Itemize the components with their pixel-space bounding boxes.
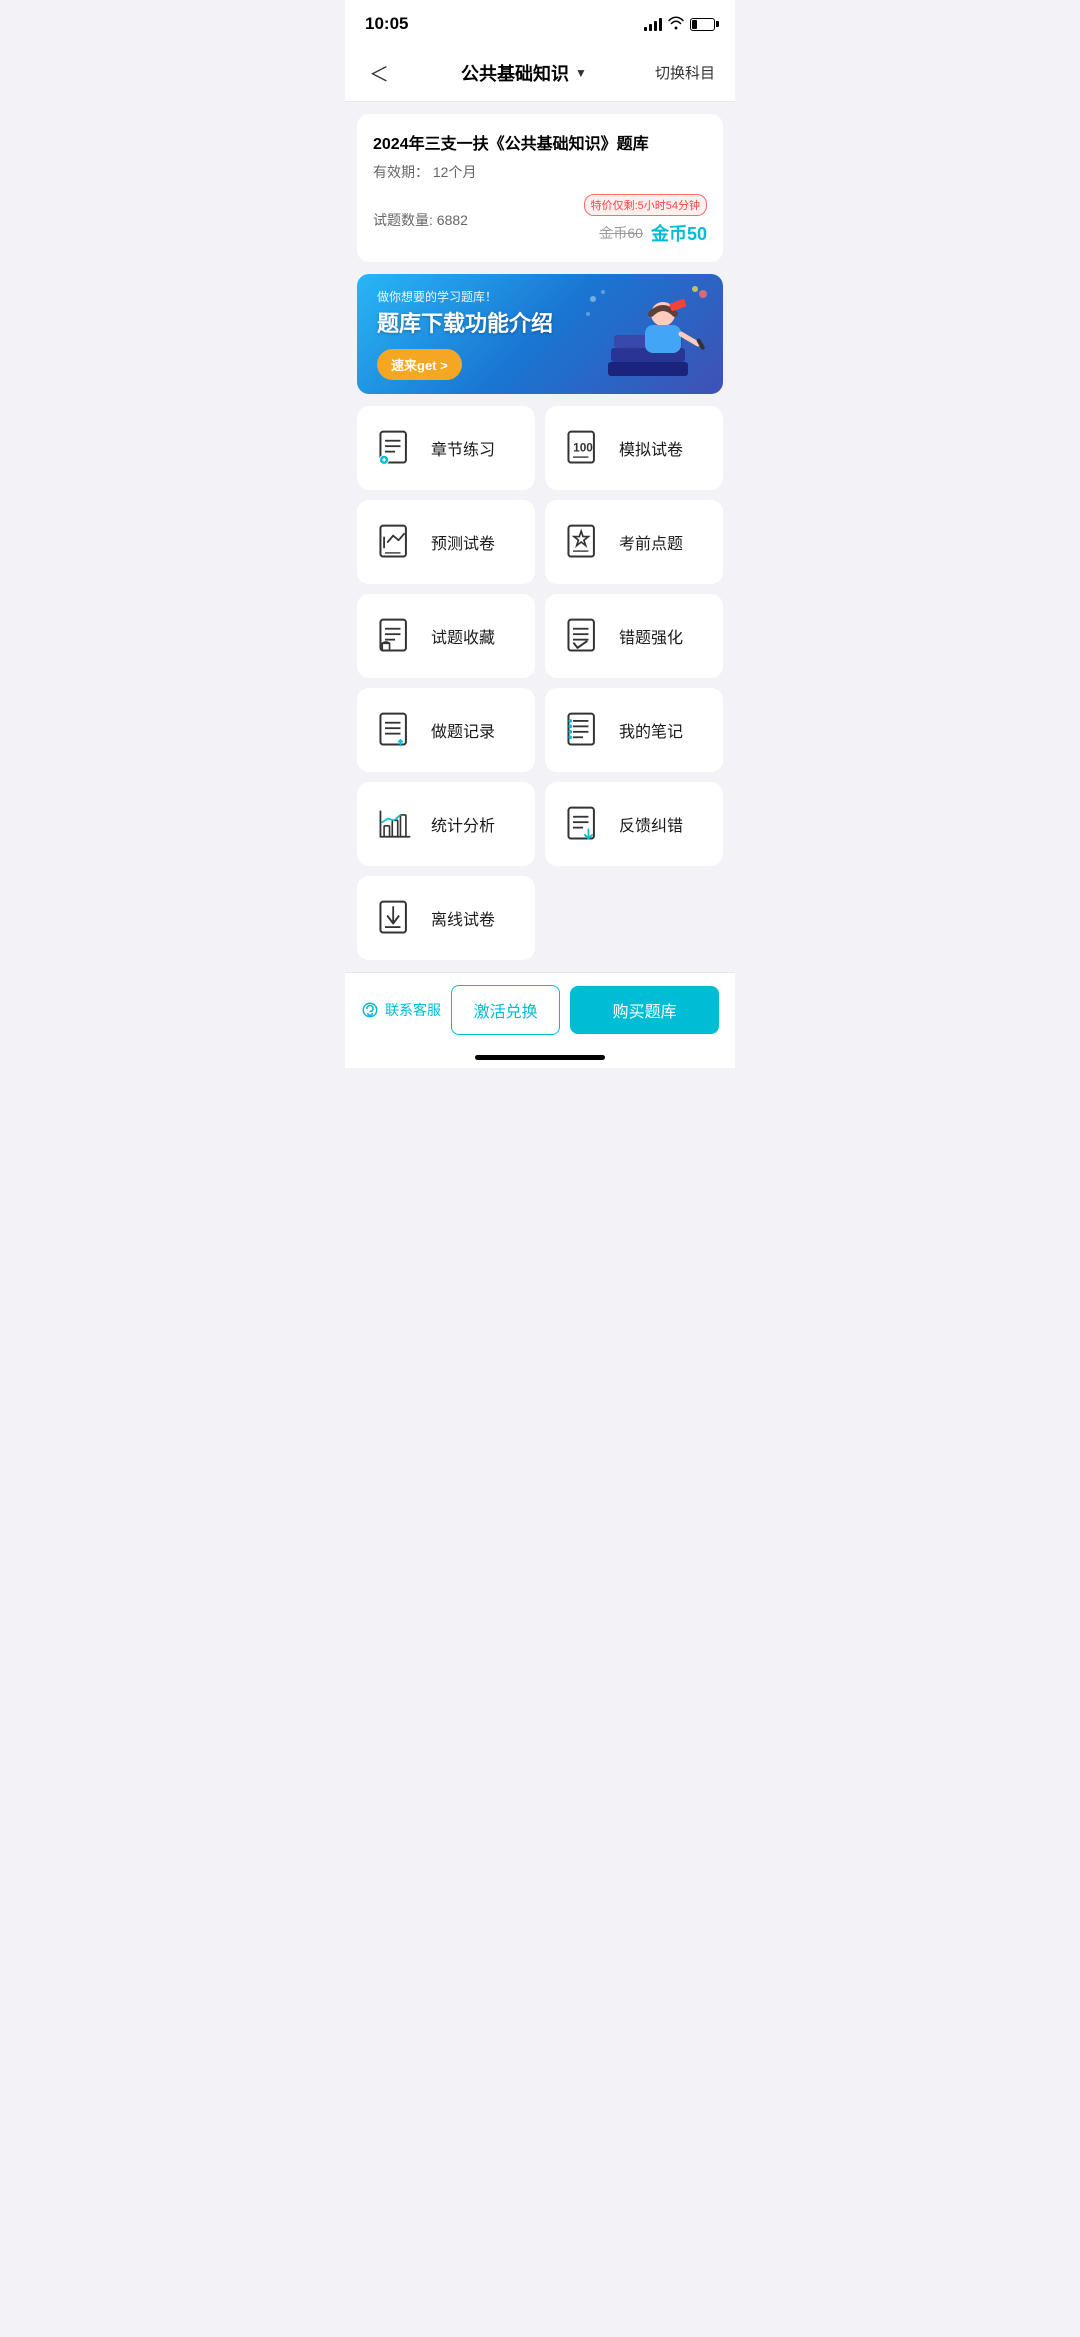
home-indicator	[345, 1047, 735, 1068]
menu-item-notes[interactable]: 我的笔记	[545, 688, 723, 772]
course-title: 2024年三支一扶《公共基础知识》题库	[373, 130, 707, 154]
back-button[interactable]: ＜	[365, 54, 393, 91]
banner[interactable]: 做你想要的学习题库！ 题库下载功能介绍 速来get >	[357, 274, 723, 394]
menu-item-mock[interactable]: 100 模拟试卷	[545, 406, 723, 490]
menu-item-keypoints[interactable]: 考前点题	[545, 500, 723, 584]
stats-label: 统计分析	[431, 812, 495, 836]
predict-icon	[373, 520, 417, 564]
menu-item-chapter[interactable]: 章节练习	[357, 406, 535, 490]
nav-bar: ＜ 公共基础知识 ▼ 切换科目	[345, 44, 735, 102]
info-card-bottom: 试题数量: 6882 特价仅剩:5小时54分钟 金币60 金币50	[373, 194, 707, 246]
mistakes-icon	[561, 614, 605, 658]
mistakes-label: 错题强化	[619, 624, 683, 648]
menu-item-offline[interactable]: 离线试卷	[357, 876, 535, 960]
favorites-label: 试题收藏	[431, 624, 495, 648]
feedback-label: 反馈纠错	[619, 812, 683, 836]
menu-item-predict[interactable]: 预测试卷	[357, 500, 535, 584]
status-time: 10:05	[365, 14, 408, 34]
service-button[interactable]: 联系客服	[361, 1000, 441, 1020]
battery-icon	[690, 18, 715, 31]
menu-item-favorites[interactable]: 试题收藏	[357, 594, 535, 678]
info-card: 2024年三支一扶《公共基础知识》题库 有效期： 12个月 试题数量: 6882…	[357, 114, 723, 262]
buy-button[interactable]: 购买题库	[570, 986, 719, 1034]
nav-title-text: 公共基础知识	[461, 60, 569, 86]
banner-button[interactable]: 速来get >	[377, 349, 462, 380]
favorites-icon	[373, 614, 417, 658]
home-bar	[475, 1055, 605, 1060]
current-price: 金币50	[651, 220, 707, 246]
question-count: 试题数量: 6882	[373, 210, 468, 230]
mock-icon: 100	[561, 426, 605, 470]
status-bar: 10:05	[345, 0, 735, 44]
validity-label: 有效期：	[373, 164, 429, 180]
switch-subject-button[interactable]: 切换科目	[655, 62, 715, 83]
chapter-icon	[373, 426, 417, 470]
notes-label: 我的笔记	[619, 718, 683, 742]
predict-label: 预测试卷	[431, 530, 495, 554]
original-price: 金币60	[599, 223, 643, 243]
validity-text: 有效期： 12个月	[373, 162, 707, 182]
menu-item-stats[interactable]: 统计分析	[357, 782, 535, 866]
price-row: 金币60 金币50	[599, 220, 707, 246]
signal-icon	[644, 17, 662, 31]
validity-value: 12个月	[433, 164, 477, 180]
main-content: 2024年三支一扶《公共基础知识》题库 有效期： 12个月 试题数量: 6882…	[345, 102, 735, 972]
menu-item-history[interactable]: 做题记录	[357, 688, 535, 772]
keypoints-icon	[561, 520, 605, 564]
wifi-icon	[668, 16, 684, 33]
service-label: 联系客服	[385, 1000, 441, 1020]
nav-title[interactable]: 公共基础知识 ▼	[461, 60, 587, 86]
banner-title: 题库下载功能介绍	[377, 311, 703, 337]
special-badge: 特价仅剩:5小时54分钟	[584, 194, 707, 216]
count-label: 试题数量:	[373, 212, 433, 228]
offline-icon	[373, 896, 417, 940]
history-label: 做题记录	[431, 718, 495, 742]
stats-icon	[373, 802, 417, 846]
menu-item-mistakes[interactable]: 错题强化	[545, 594, 723, 678]
status-icons	[644, 16, 715, 33]
grid-menu: 章节练习 100 模拟试卷 预测	[357, 406, 723, 960]
banner-subtitle: 做你想要的学习题库！	[377, 288, 703, 305]
bottom-bar: 联系客服 激活兑换 购买题库	[345, 972, 735, 1047]
notes-icon	[561, 708, 605, 752]
mock-label: 模拟试卷	[619, 436, 683, 460]
count-value: 6882	[437, 212, 468, 228]
banner-left: 做你想要的学习题库！ 题库下载功能介绍 速来get >	[377, 288, 703, 380]
chapter-label: 章节练习	[431, 436, 495, 460]
offline-label: 离线试卷	[431, 906, 495, 930]
keypoints-label: 考前点题	[619, 530, 683, 554]
activate-button[interactable]: 激活兑换	[451, 985, 560, 1035]
svg-text:100: 100	[573, 441, 593, 455]
history-icon	[373, 708, 417, 752]
menu-item-feedback[interactable]: 反馈纠错	[545, 782, 723, 866]
nav-title-arrow: ▼	[575, 66, 587, 80]
price-section: 特价仅剩:5小时54分钟 金币60 金币50	[584, 194, 707, 246]
feedback-icon	[561, 802, 605, 846]
